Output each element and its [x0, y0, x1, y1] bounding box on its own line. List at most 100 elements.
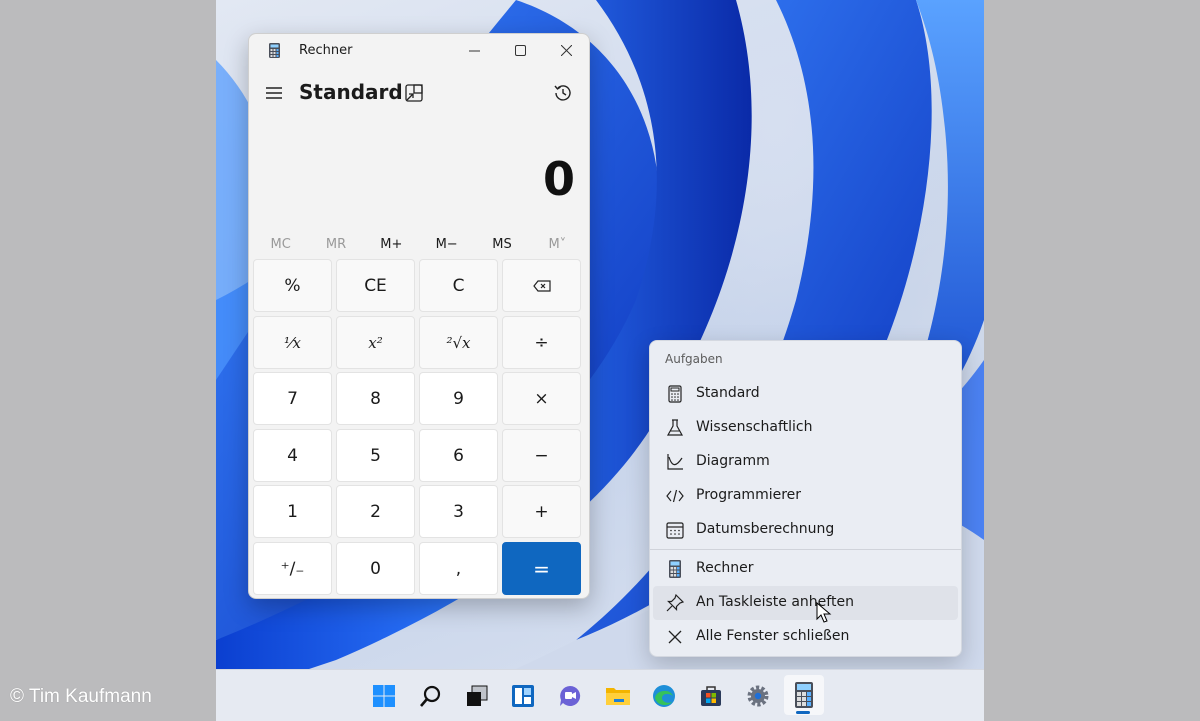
square-button[interactable]: x² [336, 316, 415, 369]
memory-add-button[interactable]: M+ [364, 230, 419, 258]
widgets-button[interactable] [507, 680, 539, 712]
mode-title: Standard [299, 80, 403, 104]
keep-on-top-icon[interactable] [404, 83, 424, 103]
hamburger-menu-icon[interactable] [263, 82, 285, 104]
close-button[interactable] [543, 34, 589, 66]
negate-button[interactable]: ⁺∕₋ [253, 542, 332, 595]
square-root-button[interactable]: ²√x [419, 316, 498, 369]
file-explorer-button[interactable] [602, 680, 634, 712]
jump-list-item-open-app[interactable]: Rechner [653, 552, 958, 586]
minimize-button[interactable] [451, 34, 497, 66]
edge-icon [653, 685, 675, 707]
minimize-icon [468, 50, 480, 51]
digit-9-button[interactable]: 9 [419, 372, 498, 425]
file-explorer-icon [606, 688, 630, 705]
jump-list-item-programmer[interactable]: Programmierer [653, 479, 958, 513]
active-app-indicator [796, 711, 810, 714]
square-root-label: ²√x [446, 333, 471, 352]
subtract-button[interactable]: − [502, 429, 581, 482]
jump-list-item-standard[interactable]: Standard [653, 377, 958, 411]
memory-subtract-button[interactable]: M− [419, 230, 474, 258]
task-view-button[interactable] [461, 680, 493, 712]
calculator-window[interactable]: Rechner Standard 0 MC MR M+ M− MS M˅ % C… [248, 33, 590, 599]
graph-icon [667, 454, 683, 470]
digit-2-button[interactable]: 2 [336, 485, 415, 538]
memory-store-button[interactable]: MS [474, 230, 529, 258]
maximize-button[interactable] [497, 34, 543, 66]
jump-list-item-scientific[interactable]: Wissenschaftlich [653, 411, 958, 445]
taskbar-search-button[interactable] [415, 680, 447, 712]
display-value: 0 [542, 152, 575, 206]
clear-entry-button[interactable]: CE [336, 259, 415, 312]
calculator-taskbar-button[interactable] [784, 675, 824, 715]
window-title: Rechner [299, 43, 353, 58]
backspace-icon [532, 279, 551, 292]
maximize-icon [514, 44, 526, 56]
jump-list-divider [650, 549, 961, 550]
jump-list-label: Datumsberechnung [696, 521, 835, 537]
jump-list-item-close-all[interactable]: Alle Fenster schließen [653, 620, 958, 654]
jump-list-label: Wissenschaftlich [696, 419, 813, 435]
calculator-app-icon [669, 560, 681, 578]
widgets-icon [512, 685, 534, 707]
code-icon [666, 489, 684, 503]
jump-list-item-date-calculation[interactable]: Datumsberechnung [653, 513, 958, 547]
divide-button[interactable]: ÷ [502, 316, 581, 369]
percent-button[interactable]: % [253, 259, 332, 312]
mouse-pointer-icon [816, 602, 832, 623]
backspace-button[interactable] [502, 259, 581, 312]
memory-row: MC MR M+ M− MS M˅ [253, 230, 585, 258]
jump-list-label: Rechner [696, 560, 754, 576]
close-icon [560, 44, 572, 56]
square-label: x² [368, 333, 383, 352]
taskbar-jump-list: Aufgaben Standard Wissenschaftlich Diagr… [649, 340, 962, 657]
flask-icon [666, 419, 684, 436]
close-icon [668, 630, 682, 644]
store-button[interactable] [695, 680, 727, 712]
jump-list-label: Alle Fenster schließen [696, 628, 850, 644]
digit-3-button[interactable]: 3 [419, 485, 498, 538]
history-icon[interactable] [552, 82, 574, 104]
chat-icon [560, 685, 581, 706]
digit-5-button[interactable]: 5 [336, 429, 415, 482]
taskbar [216, 669, 984, 721]
digit-8-button[interactable]: 8 [336, 372, 415, 425]
equals-button[interactable]: = [502, 542, 581, 595]
multiply-button[interactable]: × [502, 372, 581, 425]
start-icon [373, 685, 395, 707]
jump-list-item-pin-to-taskbar[interactable]: An Taskleiste anheften [653, 586, 958, 620]
jump-list-label: Standard [696, 385, 760, 401]
start-button[interactable] [368, 680, 400, 712]
reciprocal-button[interactable]: ¹⁄x [253, 316, 332, 369]
pin-icon [666, 594, 684, 612]
digit-4-button[interactable]: 4 [253, 429, 332, 482]
reciprocal-label: ¹⁄x [284, 333, 301, 352]
jump-list-label: Diagramm [696, 453, 770, 469]
settings-button[interactable] [742, 680, 774, 712]
calculator-icon [795, 682, 813, 708]
store-icon [701, 686, 721, 706]
settings-icon [747, 685, 769, 707]
jump-list-header: Aufgaben [665, 352, 723, 366]
decimal-separator-button[interactable]: , [419, 542, 498, 595]
add-button[interactable]: + [502, 485, 581, 538]
calculator-app-icon [269, 43, 280, 58]
edge-browser-button[interactable] [648, 680, 680, 712]
title-bar[interactable]: Rechner [249, 34, 589, 66]
calculator-icon [668, 385, 682, 403]
memory-recall-button[interactable]: MR [308, 230, 363, 258]
memory-clear-button[interactable]: MC [253, 230, 308, 258]
digit-7-button[interactable]: 7 [253, 372, 332, 425]
search-icon [420, 685, 441, 707]
digit-6-button[interactable]: 6 [419, 429, 498, 482]
copyright-credit: © Tim Kaufmann [10, 686, 152, 707]
clear-button[interactable]: C [419, 259, 498, 312]
jump-list-item-graphing[interactable]: Diagramm [653, 445, 958, 479]
digit-1-button[interactable]: 1 [253, 485, 332, 538]
jump-list-label: Programmierer [696, 487, 802, 503]
memory-list-button[interactable]: M˅ [530, 230, 585, 258]
digit-0-button[interactable]: 0 [336, 542, 415, 595]
chat-button[interactable] [554, 680, 586, 712]
task-view-icon [467, 685, 488, 706]
calendar-icon [666, 522, 684, 539]
